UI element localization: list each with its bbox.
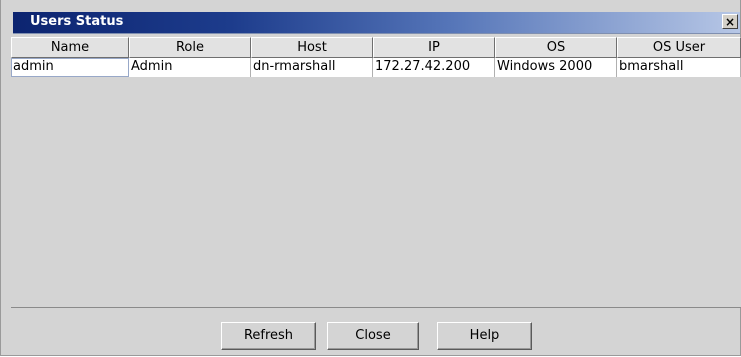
column-header-os[interactable]: OS	[495, 37, 617, 58]
help-button[interactable]: Help	[437, 322, 532, 350]
users-table: Name Role Host IP OS OS User admin Admin…	[11, 37, 741, 308]
window-title: Users Status	[30, 14, 124, 29]
cell-os[interactable]: Windows 2000	[495, 58, 617, 77]
column-header-role[interactable]: Role	[129, 37, 251, 58]
table-row[interactable]: admin Admin dn-rmarshall 172.27.42.200 W…	[11, 58, 741, 77]
close-button[interactable]: Close	[327, 322, 419, 350]
table-header: Name Role Host IP OS OS User	[11, 37, 741, 58]
column-header-ip[interactable]: IP	[373, 37, 495, 58]
button-bar: Refresh Close Help	[1, 308, 740, 355]
column-header-os-user[interactable]: OS User	[617, 37, 741, 58]
cell-os-user[interactable]: bmarshall	[617, 58, 741, 77]
title-bar[interactable]: Users Status ×	[13, 12, 740, 34]
cell-name[interactable]: admin	[11, 58, 129, 77]
cell-host[interactable]: dn-rmarshall	[251, 58, 373, 77]
cell-role[interactable]: Admin	[129, 58, 251, 77]
column-header-name[interactable]: Name	[11, 37, 129, 58]
refresh-button[interactable]: Refresh	[221, 322, 316, 350]
column-header-host[interactable]: Host	[251, 37, 373, 58]
users-status-dialog: Users Status × Name Role Host IP OS OS U…	[0, 0, 741, 356]
cell-ip[interactable]: 172.27.42.200	[373, 58, 495, 77]
close-window-icon[interactable]: ×	[722, 14, 738, 29]
